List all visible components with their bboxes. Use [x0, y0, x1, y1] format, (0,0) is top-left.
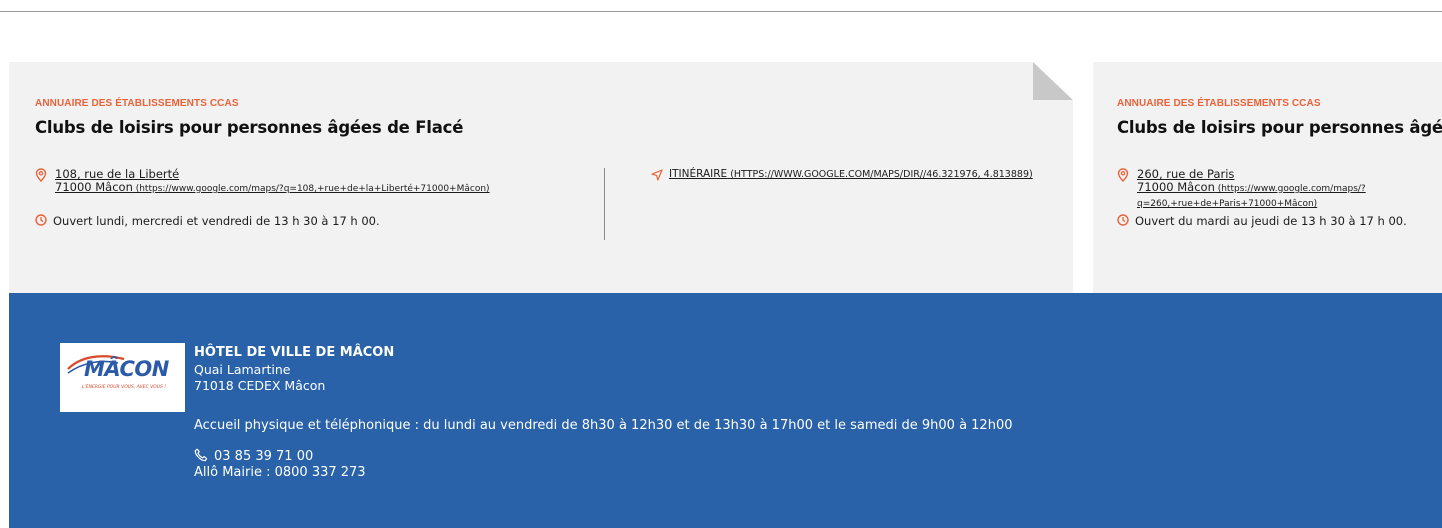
vertical-divider: [604, 168, 605, 240]
page: ANNUAIRE DES ÉTABLISSEMENTS CCAS Clubs d…: [0, 0, 1442, 528]
corner-fold-decoration: [1033, 62, 1073, 100]
card-title: Clubs de loisirs pour personnes âgées de…: [35, 118, 464, 137]
hours-text: Ouvert du mardi au jeudi de 13 h 30 à 17…: [1135, 214, 1407, 228]
opening-hours: Ouvert lundi, mercredi et vendredi de 13…: [35, 214, 380, 228]
phone-icon: [194, 448, 208, 462]
logo-wordmark: MÂCON: [84, 357, 169, 381]
map-pin-icon: [1117, 168, 1129, 182]
map-pin-icon: [35, 168, 47, 182]
footer-hours: Accueil physique et téléphonique : du lu…: [194, 418, 1013, 433]
footer-phone[interactable]: 03 85 39 71 00: [194, 448, 313, 464]
phone-number: 03 85 39 71 00: [214, 449, 314, 464]
footer-address-street: Quai Lamartine: [194, 362, 291, 377]
footer-org-name: HÔTEL DE VILLE DE MÂCON: [194, 345, 395, 360]
address-map-link[interactable]: 260, rue de Paris 71000 Mâcon (https://w…: [1137, 168, 1442, 211]
establishment-card: ANNUAIRE DES ÉTABLISSEMENTS CCAS Clubs d…: [1093, 62, 1442, 294]
top-divider: [0, 11, 1442, 12]
address-map-link[interactable]: 108, rue de la Liberté 71000 Mâcon (http…: [55, 168, 490, 196]
opening-hours: Ouvert du mardi au jeudi de 13 h 30 à 17…: [1117, 214, 1407, 228]
itinerary-label: ITINÉRAIRE: [669, 168, 728, 180]
clock-icon: [35, 214, 47, 226]
card-category: ANNUAIRE DES ÉTABLISSEMENTS CCAS: [1117, 98, 1321, 109]
navigation-arrow-icon: [651, 169, 663, 181]
clock-icon: [1117, 214, 1129, 226]
address-city: 71000 Mâcon: [1137, 180, 1215, 194]
card-title: Clubs de loisirs pour personnes âgées: [1117, 118, 1442, 137]
itinerary-block: ITINÉRAIRE (HTTPS://WWW.GOOGLE.COM/MAPS/…: [651, 168, 1051, 181]
site-footer: MÂCON L'ÉNERGIE POUR VOUS, AVEC VOUS ! H…: [9, 293, 1442, 528]
logo-slogan: L'ÉNERGIE POUR VOUS, AVEC VOUS !: [82, 385, 167, 390]
footer-address-city: 71018 CEDEX Mâcon: [194, 378, 326, 393]
itinerary-url: (HTTPS://WWW.GOOGLE.COM/MAPS/DIR//46.321…: [727, 169, 1033, 180]
city-logo[interactable]: MÂCON L'ÉNERGIE POUR VOUS, AVEC VOUS !: [60, 343, 185, 412]
card-category: ANNUAIRE DES ÉTABLISSEMENTS CCAS: [35, 98, 239, 109]
address-url: (https://www.google.com/maps/?q=108,+rue…: [132, 184, 490, 194]
hours-text: Ouvert lundi, mercredi et vendredi de 13…: [53, 214, 380, 228]
itinerary-link[interactable]: ITINÉRAIRE (HTTPS://WWW.GOOGLE.COM/MAPS/…: [651, 168, 1051, 181]
establishment-card: ANNUAIRE DES ÉTABLISSEMENTS CCAS Clubs d…: [9, 62, 1073, 294]
address-city: 71000 Mâcon: [55, 180, 133, 194]
footer-allo-mairie: Allô Mairie : 0800 337 273: [194, 465, 366, 480]
